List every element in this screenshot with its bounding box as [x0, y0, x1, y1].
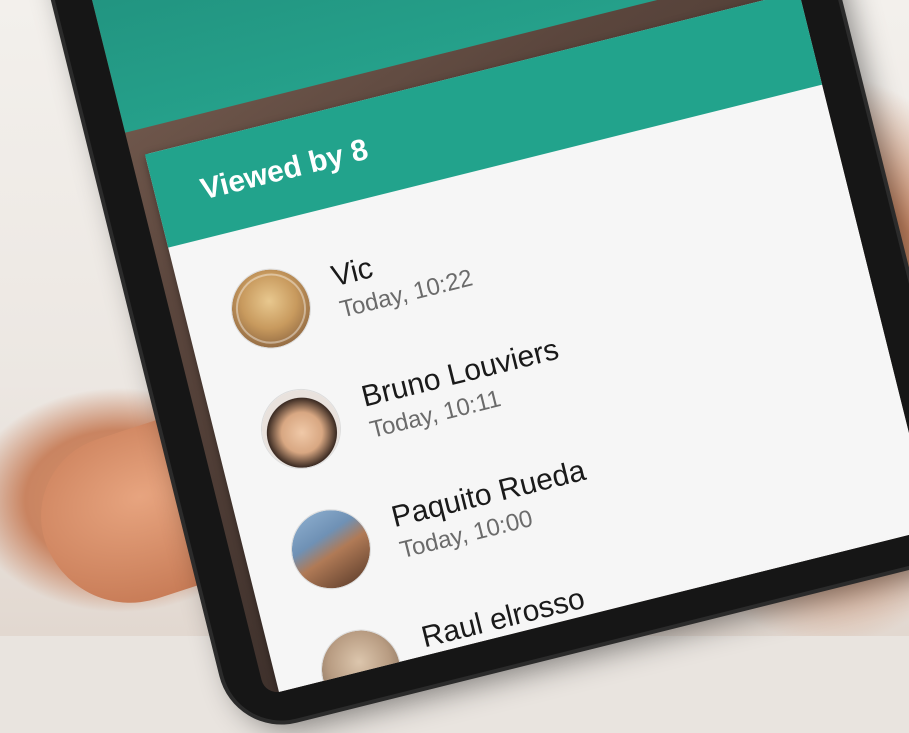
- viewer-meta: Vic Today, 10:22: [328, 227, 476, 326]
- avatar[interactable]: [223, 261, 319, 356]
- avatar[interactable]: [253, 381, 349, 477]
- sheet-title: Viewed by 8: [197, 133, 372, 207]
- avatar[interactable]: [313, 622, 409, 696]
- viewer-name: Raul elrosso: [418, 581, 589, 655]
- viewers-sheet: Viewed by 8 Vic Today, 10:22 Bruno Louvi…: [144, 0, 909, 696]
- avatar[interactable]: [283, 501, 379, 597]
- viewer-meta: Bruno Louviers Today, 10:11: [358, 331, 570, 446]
- viewer-meta: Raul elrosso Today, 09:57: [418, 580, 596, 686]
- viewer-meta: Paquito Rueda Today, 10:00: [388, 452, 597, 566]
